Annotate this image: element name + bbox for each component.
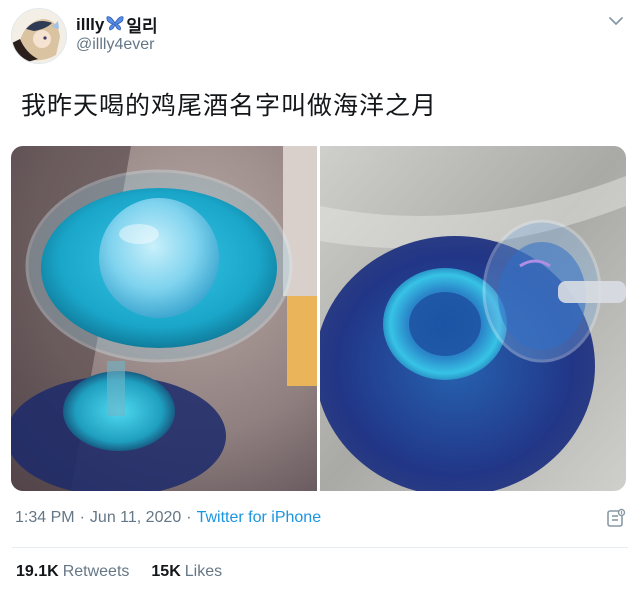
likes-stat[interactable]: 15K Likes bbox=[151, 563, 222, 581]
meta-separator: · bbox=[79, 509, 85, 526]
retweets-label: Retweets bbox=[62, 563, 130, 580]
likes-label: Likes bbox=[184, 563, 223, 580]
glass-shadow-photo[interactable] bbox=[320, 146, 626, 491]
avatar[interactable] bbox=[11, 8, 67, 64]
tweet-source-link[interactable]: Twitter for iPhone bbox=[197, 509, 322, 527]
retweets-count: 19.1K bbox=[16, 563, 59, 580]
chevron-down-icon[interactable] bbox=[607, 12, 625, 30]
retweets-stat[interactable]: 19.1K Retweets bbox=[16, 563, 129, 581]
media-grid bbox=[11, 146, 626, 491]
analytics-icon[interactable] bbox=[606, 508, 626, 528]
cocktail-glass-photo[interactable] bbox=[11, 146, 317, 491]
tweet-meta: 1:34 PM · Jun 11, 2020 · Twitter for iPh… bbox=[15, 509, 321, 527]
tweet-date[interactable]: Jun 11, 2020 bbox=[90, 509, 181, 527]
tweet-stats: 19.1K Retweets 15K Likes bbox=[16, 563, 222, 581]
likes-count: 15K bbox=[151, 563, 181, 580]
tweet-time[interactable]: 1:34 PM bbox=[15, 509, 75, 527]
display-name-text: illly bbox=[76, 14, 105, 34]
butterfly-icon bbox=[106, 15, 124, 34]
display-name[interactable]: illly 일리 bbox=[76, 12, 158, 37]
divider bbox=[12, 547, 628, 548]
tweet-card: illly 일리 @illly4ever 我昨天喝的鸡尾酒名字叫做海洋之月 1:… bbox=[0, 0, 640, 590]
display-name-suffix: 일리 bbox=[126, 17, 158, 36]
user-handle[interactable]: @illly4ever bbox=[76, 36, 154, 54]
tweet-text: 我昨天喝的鸡尾酒名字叫做海洋之月 bbox=[21, 91, 438, 120]
meta-separator: · bbox=[186, 509, 192, 526]
